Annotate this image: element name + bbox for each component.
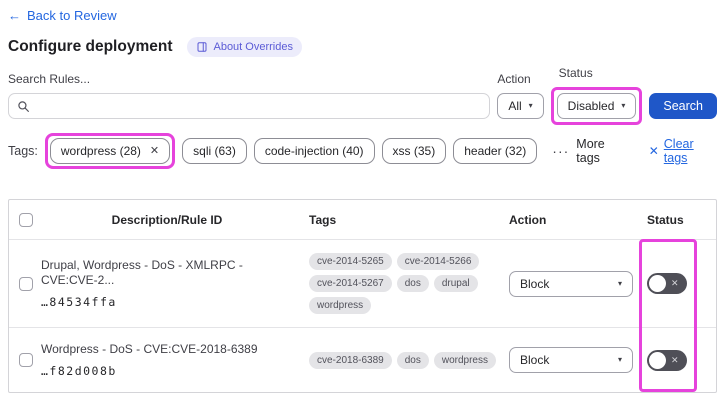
tag-pill: cve-2014-5266 [396, 253, 480, 270]
search-button[interactable]: Search [649, 93, 717, 119]
table-header-row: Description/Rule ID Tags Action Status [9, 200, 716, 239]
tag-pill: wordpress [309, 297, 372, 314]
tag-chip[interactable]: header (32) [453, 138, 538, 164]
tags-bar: Tags: wordpress (28) ✕ sqli (63) code-in… [8, 133, 717, 169]
back-link-label: Back to Review [27, 8, 117, 23]
search-icon [17, 100, 30, 113]
status-dropdown-value: Disabled [567, 99, 615, 113]
status-label: Status [558, 66, 593, 80]
action-select[interactable]: Block ▾ [509, 270, 633, 297]
tag-chip-label: sqli (63) [193, 144, 236, 158]
back-arrow-icon: ← [8, 8, 21, 23]
tag-chip[interactable]: code-injection (40) [253, 138, 375, 164]
selected-tag-highlight: wordpress (28) ✕ [44, 133, 176, 169]
tag-chip-label: code-injection (40) [264, 144, 364, 158]
status-dropdown-highlight: Disabled ▾ [550, 87, 643, 125]
column-header-status: Status [647, 212, 684, 227]
tag-chip-wordpress[interactable]: wordpress (28) ✕ [49, 138, 171, 164]
row-checkbox[interactable] [19, 276, 33, 291]
status-toggle[interactable]: ✕ [647, 349, 687, 371]
action-select[interactable]: Block ▾ [509, 347, 633, 373]
chevron-down-icon: ▾ [621, 101, 626, 110]
tag-pill: dos [396, 351, 429, 369]
action-label: Action [497, 72, 531, 86]
tag-chip-list: sqli (63) code-injection (40) xss (35) h… [182, 138, 538, 164]
tag-chip-label: wordpress (28) [60, 144, 141, 158]
remove-tag-icon[interactable]: ✕ [150, 145, 159, 157]
chevron-down-icon: ▾ [528, 101, 533, 110]
status-dropdown[interactable]: Disabled ▾ [556, 93, 637, 119]
rule-description: Wordpress - DoS - CVE:CVE-2018-6389 [41, 342, 258, 356]
select-all-checkbox[interactable] [19, 212, 33, 227]
table-row: Drupal, Wordpress - DoS - XMLRPC - CVE:C… [9, 239, 716, 327]
filter-row: Search Rules... Action All ▾ Status Disa… [8, 66, 717, 125]
search-rules-label: Search Rules... [8, 72, 91, 86]
rule-description: Drupal, Wordpress - DoS - XMLRPC - CVE:C… [41, 258, 243, 287]
ellipsis-icon: ··· [552, 143, 570, 159]
rule-id: …f82d008b [41, 364, 117, 378]
column-header-tags: Tags [309, 212, 337, 227]
action-select-value: Block [520, 353, 550, 367]
chevron-down-icon: ▾ [617, 278, 622, 288]
toggle-x-icon: ✕ [671, 354, 679, 365]
toggle-x-icon: ✕ [671, 278, 679, 288]
search-input[interactable] [8, 93, 491, 119]
action-select-value: Block [520, 276, 550, 291]
more-tags-button[interactable]: ··· More tags [552, 137, 627, 165]
tags-label: Tags: [8, 144, 38, 158]
about-overrides-link[interactable]: About Overrides [187, 37, 302, 57]
tag-chip[interactable]: xss (35) [381, 138, 447, 164]
row-checkbox[interactable] [19, 353, 33, 367]
tag-pill: cve-2018-6389 [309, 351, 392, 369]
book-icon [196, 41, 208, 53]
column-header-action: Action [509, 212, 547, 227]
toggle-knob [649, 351, 666, 369]
table-body: Drupal, Wordpress - DoS - XMLRPC - CVE:C… [9, 239, 716, 392]
tag-chip-label: xss (35) [392, 144, 436, 158]
tag-pill: cve-2014-5265 [309, 253, 392, 270]
about-overrides-label: About Overrides [213, 41, 293, 53]
back-to-review-link[interactable]: ← Back to Review [8, 8, 117, 23]
column-header-description: Description/Rule ID [111, 212, 223, 227]
tag-pill: cve-2014-5267 [309, 275, 392, 292]
rule-tags: cve-2014-5265 cve-2014-5266 cve-2014-5267 d… [301, 240, 501, 327]
configure-deployment-page: ← Back to Review Configure deployment Ab… [0, 0, 725, 406]
clear-tags-label: Clear tags [663, 137, 694, 165]
tag-pill: dos [396, 275, 429, 292]
page-title: Configure deployment [8, 38, 173, 55]
rule-id: …84534ffa [41, 295, 117, 309]
table-row: Wordpress - DoS - CVE:CVE-2018-6389 …f82… [9, 327, 716, 392]
action-dropdown-value: All [508, 99, 522, 113]
action-dropdown[interactable]: All ▾ [497, 93, 544, 119]
tag-chip-label: header (32) [464, 144, 527, 158]
tag-pill: wordpress [433, 351, 496, 369]
rules-table: Description/Rule ID Tags Action Status D… [8, 199, 717, 393]
more-tags-label: More tags [576, 137, 605, 165]
chevron-down-icon: ▾ [617, 355, 622, 364]
tag-pill: drupal [433, 275, 478, 292]
title-row: Configure deployment About Overrides [8, 37, 717, 57]
close-icon: ✕ [648, 144, 659, 158]
status-toggle[interactable]: ✕ [647, 273, 687, 294]
toggle-knob [649, 275, 666, 292]
clear-tags-link[interactable]: ✕ Clear tags [649, 137, 717, 165]
tag-chip[interactable]: sqli (63) [182, 138, 247, 164]
rule-tags: cve-2018-6389 dos wordpress [301, 328, 501, 392]
